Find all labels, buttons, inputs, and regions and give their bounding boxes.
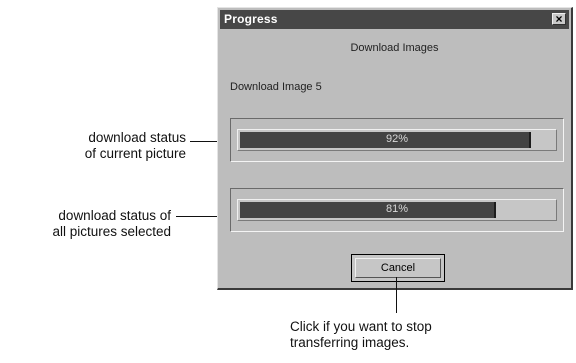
callout-current-line1: download status (88, 130, 186, 145)
callout-all-line2: all pictures selected (52, 224, 171, 239)
overall-progress-bar: 81% (237, 199, 557, 221)
title-bar[interactable]: Progress × (220, 10, 569, 29)
cancel-button-face: Cancel (355, 258, 441, 278)
current-progress-frame: 92% (230, 118, 564, 162)
overall-progress-frame: 81% (230, 188, 564, 232)
callout-current-picture: download status of current picture (85, 130, 186, 162)
close-button[interactable]: × (552, 12, 566, 26)
callout-cancel-line1: Click if you want to stop (290, 319, 432, 334)
progress-dialog: Progress × Download Images Download Imag… (217, 7, 573, 290)
callout-current-line2: of current picture (84, 146, 186, 161)
leader-line-all (176, 216, 217, 217)
cancel-button[interactable]: Cancel (351, 254, 445, 282)
callout-cancel: Click if you want to stop transferring i… (290, 319, 432, 351)
current-progress-label: 92% (385, 133, 409, 145)
dialog-title: Progress (224, 12, 278, 26)
current-progress-bar: 92% (237, 129, 557, 151)
leader-line-cancel (396, 277, 397, 313)
overall-progress-label: 81% (385, 203, 409, 215)
task-status: Download Image 5 (230, 81, 322, 93)
close-icon: × (555, 12, 563, 26)
cancel-button-label: Cancel (380, 262, 416, 274)
leader-line-current (190, 141, 217, 142)
callout-all-line1: download status of (58, 208, 171, 223)
callout-all-pictures: download status of all pictures selected (52, 208, 171, 240)
task-title: Download Images (350, 42, 439, 54)
callout-cancel-line2: transferring images. (290, 335, 410, 350)
